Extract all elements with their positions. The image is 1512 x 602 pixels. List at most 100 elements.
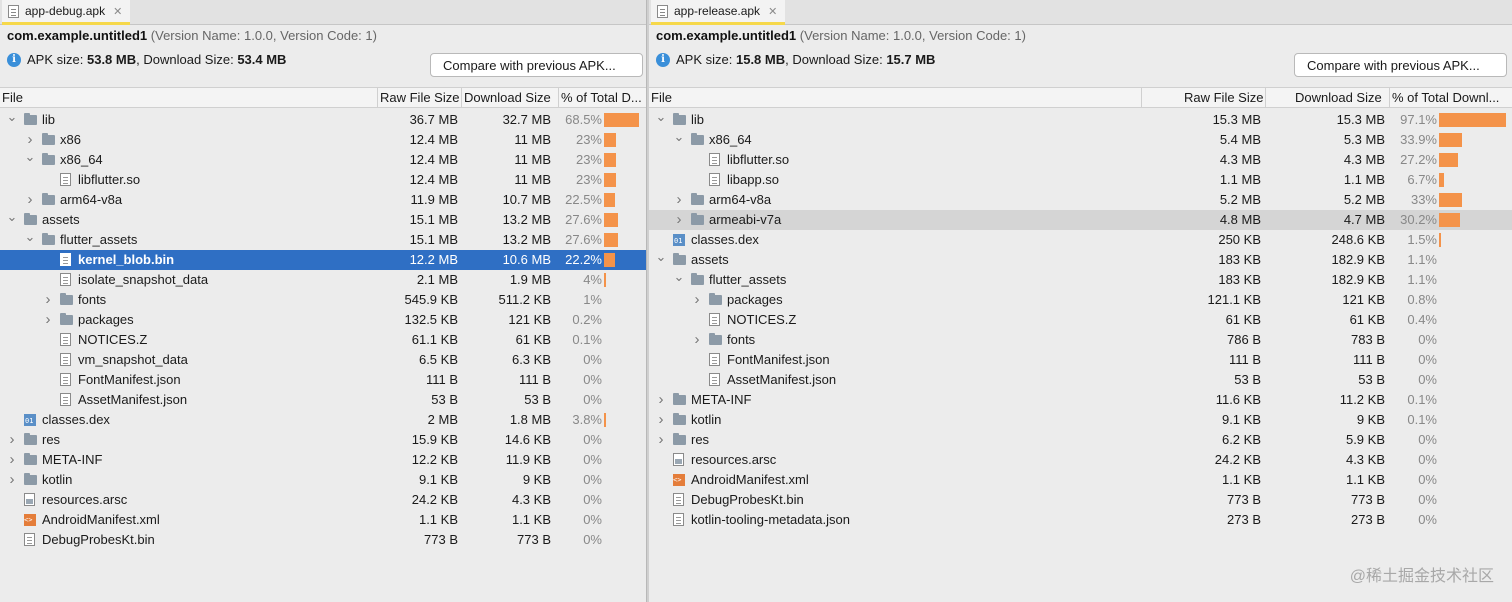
percent-of-total: 0% (583, 392, 602, 407)
chevron-down-icon[interactable]: ⌄ (6, 210, 18, 230)
chevron-down-icon[interactable]: ⌄ (673, 130, 685, 150)
bin-icon (673, 453, 684, 466)
table-row[interactable]: NOTICES.Z 61.1 KB 61 KB 0.1% (0, 330, 646, 350)
chevron-right-icon[interactable]: › (42, 290, 54, 310)
table-row[interactable]: libflutter.so 12.4 MB 11 MB 23% (0, 170, 646, 190)
table-row[interactable]: › packages 121.1 KB 121 KB 0.8% (649, 290, 1512, 310)
compare-previous-apk-button[interactable]: Compare with previous APK... (1294, 53, 1507, 77)
table-row[interactable]: › res 15.9 KB 14.6 KB 0% (0, 430, 646, 450)
percent-of-total: 0.1% (572, 332, 602, 347)
chevron-right-icon[interactable]: › (691, 290, 703, 310)
table-row[interactable]: vm_snapshot_data 6.5 KB 6.3 KB 0% (0, 350, 646, 370)
chevron-right-icon[interactable]: › (6, 430, 18, 450)
table-row[interactable]: AssetManifest.json 53 B 53 B 0% (0, 390, 646, 410)
chevron-down-icon[interactable]: ⌄ (673, 270, 685, 290)
percent-of-total: 6.7% (1407, 172, 1437, 187)
chevron-right-icon[interactable]: › (6, 450, 18, 470)
chevron-right-icon[interactable]: › (655, 410, 667, 430)
table-row[interactable]: FontManifest.json 111 B 111 B 0% (0, 370, 646, 390)
column-header-raw-size[interactable]: Raw File Size (1141, 88, 1265, 108)
table-row[interactable]: ⌄ flutter_assets 15.1 MB 13.2 MB 27.6% (0, 230, 646, 250)
table-row[interactable]: › arm64-v8a 5.2 MB 5.2 MB 33% (649, 190, 1512, 210)
table-row[interactable]: › armeabi-v7a 4.8 MB 4.7 MB 30.2% (649, 210, 1512, 230)
table-row[interactable]: resources.arsc 24.2 KB 4.3 KB 0% (0, 490, 646, 510)
chevron-right-icon[interactable]: › (655, 390, 667, 410)
percent-of-total: 0.1% (1407, 392, 1437, 407)
chevron-down-icon[interactable]: ⌄ (24, 230, 36, 250)
table-row[interactable]: resources.arsc 24.2 KB 4.3 KB 0% (649, 450, 1512, 470)
table-row[interactable]: ⌄ lib 15.3 MB 15.3 MB 97.1% (649, 110, 1512, 130)
tab-app-release-apk[interactable]: app-release.apk ✕ (651, 0, 786, 25)
raw-file-size: 273 B (1227, 512, 1261, 527)
percent-of-total: 30.2% (1400, 212, 1437, 227)
table-row[interactable]: › kotlin 9.1 KB 9 KB 0.1% (649, 410, 1512, 430)
file-name: AndroidManifest.xml (691, 472, 809, 487)
table-row[interactable]: AndroidManifest.xml1.1 KB1.1 KB0% (0, 510, 646, 530)
table-row[interactable]: FontManifest.json 111 B 111 B 0% (649, 350, 1512, 370)
column-header-percent[interactable]: % of Total D... (558, 88, 646, 108)
chevron-right-icon[interactable]: › (6, 470, 18, 490)
chevron-down-icon[interactable]: ⌄ (6, 110, 18, 130)
table-row[interactable]: DebugProbesKt.bin 773 B 773 B 0% (0, 530, 646, 550)
table-row[interactable]: › arm64-v8a 11.9 MB 10.7 MB 22.5% (0, 190, 646, 210)
tab-app-debug-apk[interactable]: app-debug.apk ✕ (2, 0, 131, 25)
column-header-raw-size[interactable]: Raw File Size (377, 88, 461, 108)
column-header-download-size[interactable]: Download Size (461, 88, 558, 108)
table-row[interactable]: › kotlin 9.1 KB 9 KB 0% (0, 470, 646, 490)
table-row[interactable]: ⌄ assets 183 KB 182.9 KB 1.1% (649, 250, 1512, 270)
chevron-right-icon[interactable]: › (673, 190, 685, 210)
chevron-down-icon[interactable]: ⌄ (655, 250, 667, 270)
table-row[interactable]: kernel_blob.bin 12.2 MB 10.6 MB 22.2% (0, 250, 646, 270)
file-icon (673, 513, 684, 526)
chevron-right-icon[interactable]: › (24, 190, 36, 210)
table-row[interactable]: AndroidManifest.xml1.1 KB1.1 KB0% (649, 470, 1512, 490)
watermark: @稀土掘金技术社区 (1349, 568, 1494, 585)
folder-icon (673, 433, 686, 445)
table-row[interactable]: ⌄ flutter_assets 183 KB 182.9 KB 1.1% (649, 270, 1512, 290)
size-bar (1439, 133, 1462, 147)
chevron-right-icon[interactable]: › (655, 430, 667, 450)
table-row[interactable]: DebugProbesKt.bin 773 B 773 B 0% (649, 490, 1512, 510)
column-header-file[interactable]: File (649, 88, 1141, 108)
table-row[interactable]: NOTICES.Z 61 KB 61 KB 0.4% (649, 310, 1512, 330)
raw-file-size: 1.1 KB (1221, 472, 1261, 487)
table-row[interactable]: › META-INF 11.6 KB 11.2 KB 0.1% (649, 390, 1512, 410)
chevron-down-icon[interactable]: ⌄ (24, 150, 36, 170)
table-row[interactable]: ⌄ assets 15.1 MB 13.2 MB 27.6% (0, 210, 646, 230)
table-row[interactable]: ⌄ x86_64 12.4 MB 11 MB 23% (0, 150, 646, 170)
table-row[interactable]: ⌄ lib 36.7 MB 32.7 MB 68.5% (0, 110, 646, 130)
chevron-right-icon[interactable]: › (24, 130, 36, 150)
file-name: FontManifest.json (78, 372, 181, 387)
file-icon (60, 393, 71, 406)
table-row[interactable]: › fonts 545.9 KB 511.2 KB 1% (0, 290, 646, 310)
chevron-right-icon[interactable]: › (673, 210, 685, 230)
column-header-download-size[interactable]: Download Size (1265, 88, 1389, 108)
close-tab-icon[interactable]: ✕ (768, 5, 777, 18)
table-row[interactable]: › packages 132.5 KB 121 KB 0.2% (0, 310, 646, 330)
table-row[interactable]: › res 6.2 KB 5.9 KB 0% (649, 430, 1512, 450)
table-row[interactable]: › fonts 786 B 783 B 0% (649, 330, 1512, 350)
chevron-down-icon[interactable]: ⌄ (655, 110, 667, 130)
table-row[interactable]: kotlin-tooling-metadata.json 273 B 273 B 0% (649, 510, 1512, 530)
raw-file-size: 4.3 MB (1219, 152, 1261, 167)
table-row[interactable]: libapp.so 1.1 MB 1.1 MB 6.7% (649, 170, 1512, 190)
column-header-percent[interactable]: % of Total Downl... (1389, 88, 1512, 108)
table-row[interactable]: AssetManifest.json 53 B 53 B 0% (649, 370, 1512, 390)
table-row[interactable]: libflutter.so 4.3 MB 4.3 MB 27.2% (649, 150, 1512, 170)
compare-previous-apk-button[interactable]: Compare with previous APK... (430, 53, 643, 77)
table-row[interactable]: isolate_snapshot_data 2.1 MB 1.9 MB 4% (0, 270, 646, 290)
chevron-right-icon[interactable]: › (42, 310, 54, 330)
table-row[interactable]: ⌄ x86_64 5.4 MB 5.3 MB 33.9% (649, 130, 1512, 150)
table-row[interactable]: classes.dex2 MB1.8 MB3.8% (0, 410, 646, 430)
raw-file-size: 53 B (1234, 372, 1261, 387)
table-row[interactable]: › META-INF 12.2 KB 11.9 KB 0% (0, 450, 646, 470)
table-row[interactable]: › x86 12.4 MB 11 MB 23% (0, 130, 646, 150)
editor-tab-bar: app-debug.apk ✕ (0, 0, 646, 25)
table-row[interactable]: classes.dex250 KB248.6 KB1.5% (649, 230, 1512, 250)
column-header-file[interactable]: File (0, 88, 377, 108)
close-tab-icon[interactable]: ✕ (113, 5, 122, 18)
file-icon (60, 273, 71, 286)
version-info: (Version Name: 1.0.0, Version Code: 1) (150, 28, 377, 43)
raw-file-size: 773 B (424, 532, 458, 547)
chevron-right-icon[interactable]: › (691, 330, 703, 350)
